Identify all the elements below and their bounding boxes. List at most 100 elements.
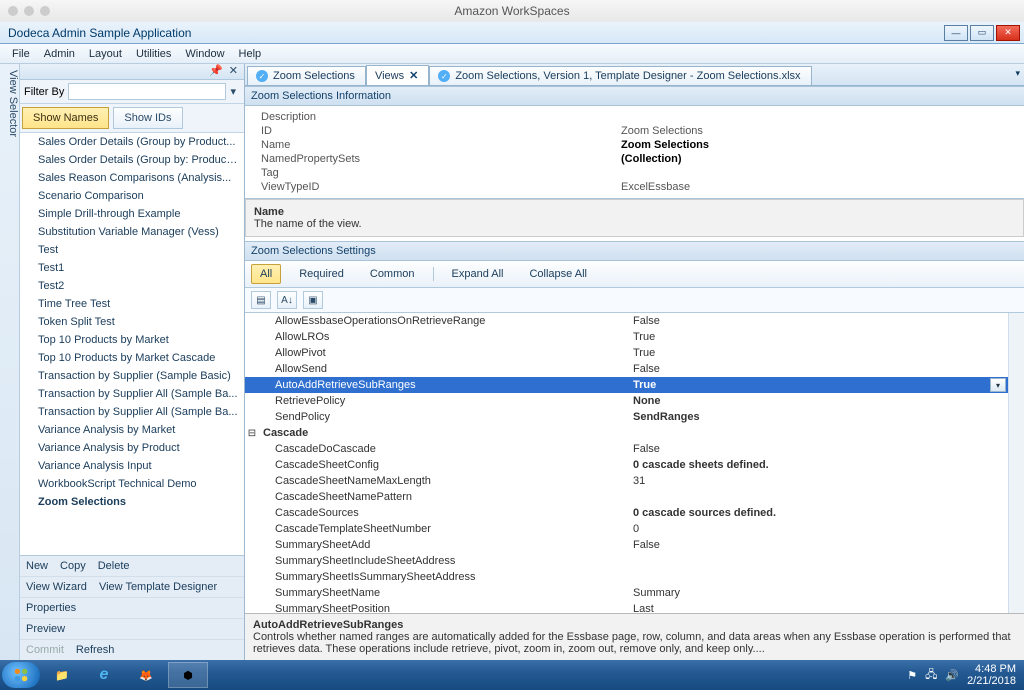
prop-key[interactable]: CascadeTemplateSheetNumber xyxy=(259,523,629,535)
prop-value[interactable]: None xyxy=(629,395,1024,407)
collapse-all-button[interactable]: Collapse All xyxy=(521,265,594,283)
tree-item-selected[interactable]: Zoom Selections xyxy=(20,493,244,511)
prop-value[interactable]: True xyxy=(629,347,1024,359)
prop-value[interactable]: 0 xyxy=(629,523,1024,535)
sort-icon[interactable]: A↓ xyxy=(277,291,297,309)
menu-layout[interactable]: Layout xyxy=(83,46,128,62)
prop-key[interactable]: AllowLROs xyxy=(259,331,629,343)
tree-item[interactable]: Transaction by Supplier All (Sample Ba..… xyxy=(20,403,244,421)
task-explorer[interactable]: 📁 xyxy=(42,662,82,688)
expand-all-button[interactable]: Expand All xyxy=(444,265,512,283)
filter-input[interactable] xyxy=(68,83,226,100)
prop-value[interactable]: Last xyxy=(629,603,1024,613)
show-ids-button[interactable]: Show IDs xyxy=(113,107,182,129)
prop-value[interactable]: 0 cascade sources defined. xyxy=(629,507,1024,519)
prop-key[interactable]: SummarySheetAdd xyxy=(259,539,629,551)
info-val[interactable] xyxy=(615,110,1024,124)
delete-button[interactable]: Delete xyxy=(98,560,130,572)
info-val[interactable]: (Collection) xyxy=(615,152,1024,166)
minimize-button[interactable]: — xyxy=(944,25,968,41)
prop-value[interactable]: False xyxy=(629,363,1024,375)
tree-item[interactable]: Sales Order Details (Group by: Product..… xyxy=(20,151,244,169)
prop-key[interactable]: AutoAddRetrieveSubRanges xyxy=(259,379,629,391)
start-button[interactable] xyxy=(2,662,40,688)
task-ie[interactable]: e xyxy=(84,662,124,688)
tree-item[interactable]: Variance Analysis by Product xyxy=(20,439,244,457)
view-template-designer-button[interactable]: View Template Designer xyxy=(99,581,217,593)
tree-item[interactable]: Sales Order Details (Group by Product... xyxy=(20,133,244,151)
window-titlebar[interactable]: Dodeca Admin Sample Application — ▭ ✕ xyxy=(0,22,1024,44)
tree-item[interactable]: Test1 xyxy=(20,259,244,277)
property-grid[interactable]: AllowEssbaseOperationsOnRetrieveRangeFal… xyxy=(245,313,1024,613)
tree-item[interactable]: Simple Drill-through Example xyxy=(20,205,244,223)
prop-value[interactable]: 0 cascade sheets defined. xyxy=(629,459,1024,471)
info-val[interactable]: ExcelEssbase xyxy=(615,180,1024,194)
prop-key[interactable]: SummarySheetPosition xyxy=(259,603,629,613)
tab-template-designer[interactable]: ✓ Zoom Selections, Version 1, Template D… xyxy=(429,66,811,85)
properties-button[interactable]: Properties xyxy=(26,602,76,614)
scrollbar[interactable] xyxy=(1008,313,1024,613)
prop-value[interactable]: False xyxy=(629,539,1024,551)
tree-item[interactable]: Variance Analysis by Market xyxy=(20,421,244,439)
tree-item[interactable]: WorkbookScript Technical Demo xyxy=(20,475,244,493)
tree-item[interactable]: Top 10 Products by Market Cascade xyxy=(20,349,244,367)
prop-value[interactable]: False xyxy=(629,443,1024,455)
menu-file[interactable]: File xyxy=(6,46,36,62)
filter-all[interactable]: All xyxy=(251,264,281,284)
close-button[interactable]: ✕ xyxy=(996,25,1020,41)
tab-zoom-selections[interactable]: ✓ Zoom Selections xyxy=(247,66,366,85)
categorize-icon[interactable]: ▤ xyxy=(251,291,271,309)
property-pages-icon[interactable]: ▣ xyxy=(303,291,323,309)
show-names-button[interactable]: Show Names xyxy=(22,107,109,129)
menu-utilities[interactable]: Utilities xyxy=(130,46,177,62)
tree-item[interactable]: Transaction by Supplier All (Sample Ba..… xyxy=(20,385,244,403)
collapse-icon[interactable]: ⊟ xyxy=(245,428,259,439)
prop-value[interactable]: True xyxy=(629,379,990,391)
system-tray[interactable]: ⚑ 🖧 🔊 4:48 PM 2/21/2018 xyxy=(907,663,1022,687)
prop-key[interactable]: SummarySheetIncludeSheetAddress xyxy=(259,555,629,567)
menu-help[interactable]: Help xyxy=(233,46,268,62)
menu-admin[interactable]: Admin xyxy=(38,46,81,62)
prop-key[interactable]: CascadeDoCascade xyxy=(259,443,629,455)
maximize-button[interactable]: ▭ xyxy=(970,25,994,41)
clock[interactable]: 4:48 PM 2/21/2018 xyxy=(967,663,1016,687)
tree-item[interactable]: Token Split Test xyxy=(20,313,244,331)
prop-key[interactable]: AllowSend xyxy=(259,363,629,375)
prop-key[interactable]: AllowEssbaseOperationsOnRetrieveRange xyxy=(259,315,629,327)
close-icon[interactable]: ✕ xyxy=(409,69,418,82)
prop-value[interactable]: Summary xyxy=(629,587,1024,599)
prop-value[interactable]: False xyxy=(629,315,1024,327)
copy-button[interactable]: Copy xyxy=(60,560,86,572)
prop-key[interactable]: SummarySheetName xyxy=(259,587,629,599)
prop-key[interactable]: CascadeSheetConfig xyxy=(259,459,629,471)
tree-item[interactable]: Top 10 Products by Market xyxy=(20,331,244,349)
tree-item[interactable]: Scenario Comparison xyxy=(20,187,244,205)
pin-icon[interactable]: 📌 xyxy=(209,64,223,79)
new-button[interactable]: New xyxy=(26,560,48,572)
view-wizard-button[interactable]: View Wizard xyxy=(26,581,87,593)
chevron-down-icon[interactable]: ▾ xyxy=(990,378,1006,392)
filter-dropdown-icon[interactable]: ▾ xyxy=(226,85,240,98)
tree-item[interactable]: Variance Analysis Input xyxy=(20,457,244,475)
task-dodeca[interactable]: ⬢ xyxy=(168,662,208,688)
taskbar[interactable]: 📁 e 🦊 ⬢ ⚑ 🖧 🔊 4:48 PM 2/21/2018 xyxy=(0,660,1024,690)
prop-key[interactable]: AllowPivot xyxy=(259,347,629,359)
prop-value[interactable]: True xyxy=(629,331,1024,343)
prop-key[interactable]: SendPolicy xyxy=(259,411,629,423)
prop-key[interactable]: CascadeSheetNamePattern xyxy=(259,491,629,503)
info-val[interactable]: Zoom Selections xyxy=(615,124,1024,138)
refresh-button[interactable]: Refresh xyxy=(76,644,115,656)
filter-required[interactable]: Required xyxy=(291,265,352,283)
prop-key[interactable]: CascadeSheetNameMaxLength xyxy=(259,475,629,487)
prop-key[interactable]: SummarySheetIsSummarySheetAddress xyxy=(259,571,629,583)
preview-button[interactable]: Preview xyxy=(26,623,65,635)
tree-item[interactable]: Sales Reason Comparisons (Analysis... xyxy=(20,169,244,187)
prop-value[interactable]: 31 xyxy=(629,475,1024,487)
filter-common[interactable]: Common xyxy=(362,265,423,283)
tabs-dropdown-icon[interactable]: ▾ xyxy=(1015,68,1020,79)
prop-value[interactable]: SendRanges xyxy=(629,411,1024,423)
info-val[interactable] xyxy=(615,166,1024,180)
task-firefox[interactable]: 🦊 xyxy=(126,662,166,688)
view-selector-rail[interactable]: View Selector xyxy=(0,64,20,660)
tree-item[interactable]: Test2 xyxy=(20,277,244,295)
